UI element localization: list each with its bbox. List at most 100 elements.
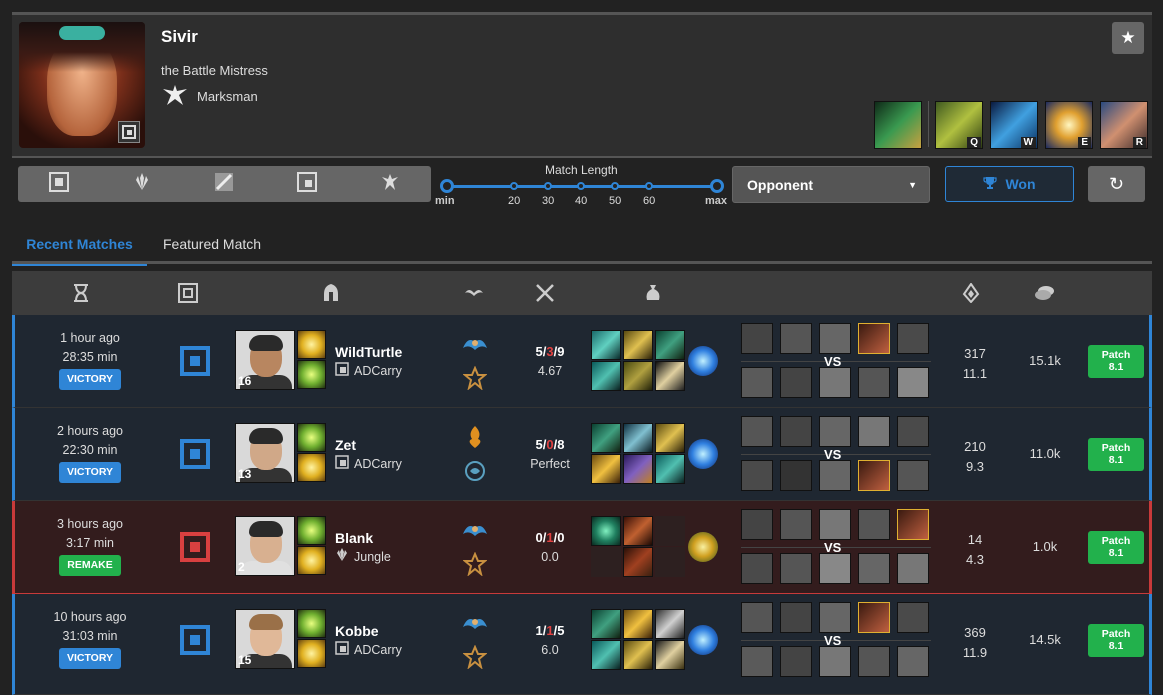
champion-icon[interactable] bbox=[819, 323, 851, 354]
champion-icon[interactable] bbox=[897, 323, 929, 354]
champion-icon[interactable] bbox=[858, 367, 890, 398]
champion-icon[interactable] bbox=[897, 509, 929, 540]
filter-bot-lane[interactable] bbox=[266, 166, 349, 202]
slider-max-handle[interactable] bbox=[710, 179, 724, 193]
match-row[interactable]: 2 hours ago 22:30 min VICTORY 13 Zet ADC… bbox=[12, 408, 1152, 501]
champion-icon[interactable] bbox=[741, 323, 773, 354]
champion-icon[interactable] bbox=[780, 553, 812, 584]
q-ability-icon[interactable]: Q bbox=[935, 101, 983, 149]
champion-icon[interactable] bbox=[858, 646, 890, 677]
item-icon[interactable] bbox=[655, 330, 685, 360]
favorite-star-button[interactable]: ★ bbox=[1112, 22, 1144, 54]
champion-icon[interactable] bbox=[819, 367, 851, 398]
player-name[interactable]: Kobbe bbox=[335, 623, 379, 639]
champion-icon[interactable] bbox=[741, 416, 773, 447]
champion-icon[interactable] bbox=[780, 602, 812, 633]
champion-icon[interactable] bbox=[897, 460, 929, 491]
patch-badge[interactable]: Patch 8.1 bbox=[1088, 624, 1144, 657]
item-icon[interactable] bbox=[591, 423, 621, 453]
champion-icon[interactable] bbox=[819, 460, 851, 491]
champion-icon[interactable] bbox=[819, 509, 851, 540]
champion-icon[interactable] bbox=[858, 460, 890, 491]
slider-min-handle[interactable] bbox=[440, 179, 454, 193]
filter-jungle[interactable] bbox=[101, 166, 184, 202]
item-icon[interactable] bbox=[623, 361, 653, 391]
item-icon[interactable] bbox=[591, 454, 621, 484]
item-icon[interactable] bbox=[623, 547, 653, 577]
item-icon[interactable] bbox=[623, 330, 653, 360]
champion-icon[interactable] bbox=[780, 367, 812, 398]
champion-icon[interactable] bbox=[858, 553, 890, 584]
champion-icon[interactable] bbox=[897, 367, 929, 398]
secondary-rune-icon bbox=[462, 365, 488, 391]
tab-recent-matches[interactable]: Recent Matches bbox=[12, 236, 147, 266]
champion-icon[interactable] bbox=[741, 509, 773, 540]
champion-icon[interactable] bbox=[897, 646, 929, 677]
team-compositions: VS bbox=[741, 416, 931, 494]
passive-ability-icon[interactable] bbox=[874, 101, 922, 149]
r-ability-icon[interactable]: R bbox=[1100, 101, 1148, 149]
champion-icon[interactable] bbox=[741, 602, 773, 633]
patch-badge[interactable]: Patch 8.1 bbox=[1088, 438, 1144, 471]
champion-icon[interactable] bbox=[858, 416, 890, 447]
champion-icon[interactable] bbox=[819, 602, 851, 633]
filter-support[interactable] bbox=[348, 166, 431, 202]
champion-icon[interactable] bbox=[819, 416, 851, 447]
rune-list bbox=[461, 331, 489, 391]
enemy-team bbox=[741, 460, 929, 491]
item-icon[interactable] bbox=[623, 609, 653, 639]
item-icon[interactable] bbox=[655, 361, 685, 391]
player-name[interactable]: Zet bbox=[335, 437, 356, 453]
player-avatar[interactable]: 2 bbox=[235, 516, 295, 576]
item-icon[interactable] bbox=[655, 423, 685, 453]
match-row[interactable]: 1 hour ago 28:35 min VICTORY 16 WildTurt… bbox=[12, 315, 1152, 408]
champion-icon[interactable] bbox=[858, 602, 890, 633]
reset-filters-button[interactable]: ↻ bbox=[1088, 166, 1145, 202]
item-icon[interactable] bbox=[655, 640, 685, 670]
player-name[interactable]: Blank bbox=[335, 530, 373, 546]
won-filter-button[interactable]: Won bbox=[945, 166, 1074, 202]
champion-icon[interactable] bbox=[897, 553, 929, 584]
item-icon[interactable] bbox=[591, 609, 621, 639]
item-icon[interactable] bbox=[591, 361, 621, 391]
item-icon[interactable] bbox=[591, 330, 621, 360]
champion-icon[interactable] bbox=[858, 323, 890, 354]
player-avatar[interactable]: 15 bbox=[235, 609, 295, 669]
patch-badge[interactable]: Patch 8.1 bbox=[1088, 345, 1144, 378]
champion-icon[interactable] bbox=[741, 367, 773, 398]
player-avatar[interactable]: 16 bbox=[235, 330, 295, 390]
champion-icon[interactable] bbox=[780, 509, 812, 540]
item-icon[interactable] bbox=[623, 423, 653, 453]
champion-icon[interactable] bbox=[780, 416, 812, 447]
match-row[interactable]: 3 hours ago 3:17 min REMAKE 2 Blank Jung… bbox=[12, 501, 1152, 594]
champion-icon[interactable] bbox=[897, 602, 929, 633]
player-name[interactable]: WildTurtle bbox=[335, 344, 402, 360]
champion-icon[interactable] bbox=[819, 646, 851, 677]
champion-icon[interactable] bbox=[780, 323, 812, 354]
w-ability-icon[interactable]: W bbox=[990, 101, 1038, 149]
item-icon[interactable] bbox=[623, 516, 653, 546]
match-row[interactable]: 10 hours ago 31:03 min VICTORY 15 Kobbe … bbox=[12, 594, 1152, 695]
champion-icon[interactable] bbox=[780, 646, 812, 677]
e-ability-icon[interactable]: E bbox=[1045, 101, 1093, 149]
item-icon[interactable] bbox=[623, 640, 653, 670]
item-icon[interactable] bbox=[655, 609, 685, 639]
player-avatar[interactable]: 13 bbox=[235, 423, 295, 483]
filter-mid-lane[interactable] bbox=[183, 166, 266, 202]
filter-top-lane[interactable] bbox=[18, 166, 101, 202]
champion-icon[interactable] bbox=[780, 460, 812, 491]
champion-icon[interactable] bbox=[819, 553, 851, 584]
champion-icon[interactable] bbox=[858, 509, 890, 540]
champion-icon[interactable] bbox=[741, 646, 773, 677]
match-length-slider[interactable]: Match Length min 20 30 40 50 60 max bbox=[435, 160, 730, 210]
opponent-select[interactable]: Opponent ▼ bbox=[732, 166, 930, 203]
item-icon[interactable] bbox=[591, 516, 621, 546]
champion-icon[interactable] bbox=[897, 416, 929, 447]
patch-badge[interactable]: Patch 8.1 bbox=[1088, 531, 1144, 564]
champion-icon[interactable] bbox=[741, 553, 773, 584]
champion-icon[interactable] bbox=[741, 460, 773, 491]
item-icon[interactable] bbox=[655, 454, 685, 484]
item-icon[interactable] bbox=[623, 454, 653, 484]
item-icon[interactable] bbox=[591, 640, 621, 670]
tab-featured-match[interactable]: Featured Match bbox=[163, 236, 261, 252]
